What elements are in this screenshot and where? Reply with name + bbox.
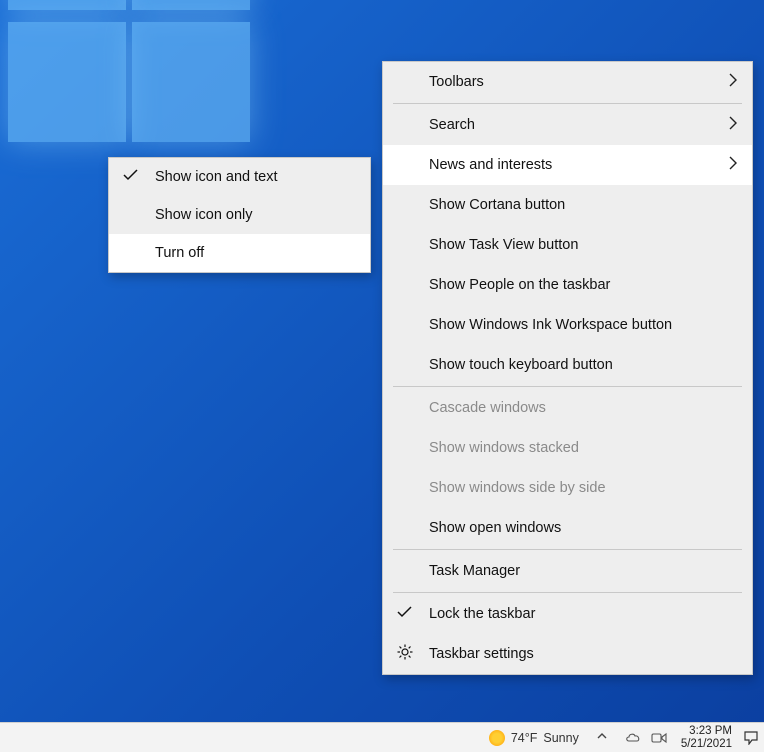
menu-item-label: Toolbars [429, 74, 484, 90]
system-tray [625, 732, 667, 744]
action-center-icon[interactable] [742, 731, 760, 745]
wallpaper-windows-tile [8, 22, 126, 142]
menu-item-taskview[interactable]: Show Task View button [383, 225, 752, 265]
menu-item-label: Show touch keyboard button [429, 357, 613, 373]
wallpaper-windows-tile [132, 0, 250, 10]
menu-item-label: Show Cortana button [429, 197, 565, 213]
news-interests-widget[interactable]: 74°F Sunny [489, 730, 579, 746]
menu-separator [393, 549, 742, 550]
gear-icon [397, 644, 413, 664]
news-interests-submenu: Show icon and text Show icon only Turn o… [108, 157, 371, 273]
submenu-item-icon-and-text[interactable]: Show icon and text [109, 158, 370, 196]
menu-item-news-interests[interactable]: News and interests [383, 145, 752, 185]
menu-item-label: Show windows side by side [429, 480, 606, 496]
menu-item-label: Show open windows [429, 520, 561, 536]
menu-item-task-manager[interactable]: Task Manager [383, 551, 752, 591]
menu-item-label: Show icon only [155, 207, 253, 223]
weather-condition: Sunny [543, 731, 578, 745]
menu-item-label: Show Task View button [429, 237, 578, 253]
menu-item-taskbar-settings[interactable]: Taskbar settings [383, 634, 752, 674]
menu-item-label: Show windows stacked [429, 440, 579, 456]
menu-item-label: Show Windows Ink Workspace button [429, 317, 672, 333]
menu-item-label: Taskbar settings [429, 646, 534, 662]
menu-item-label: Show icon and text [155, 169, 278, 185]
check-icon [123, 169, 138, 185]
menu-item-stacked-windows: Show windows stacked [383, 428, 752, 468]
taskbar[interactable]: 74°F Sunny 3:23 PM 5/21/2021 [0, 722, 764, 752]
menu-item-label: Lock the taskbar [429, 606, 535, 622]
menu-item-side-by-side: Show windows side by side [383, 468, 752, 508]
menu-item-label: Task Manager [429, 563, 520, 579]
onedrive-icon[interactable] [625, 732, 641, 743]
menu-item-cortana[interactable]: Show Cortana button [383, 185, 752, 225]
menu-item-label: News and interests [429, 157, 552, 173]
menu-item-label: Cascade windows [429, 400, 546, 416]
menu-item-search[interactable]: Search [383, 105, 752, 145]
meet-now-icon[interactable] [651, 732, 667, 744]
clock-time: 3:23 PM [681, 725, 732, 737]
menu-item-touch-keyboard[interactable]: Show touch keyboard button [383, 345, 752, 385]
sun-icon [489, 730, 505, 746]
check-icon [397, 606, 412, 622]
chevron-right-icon [728, 156, 738, 174]
submenu-item-icon-only[interactable]: Show icon only [109, 196, 370, 234]
wallpaper-windows-tile [8, 0, 126, 10]
menu-item-label: Turn off [155, 245, 204, 261]
chevron-right-icon [728, 116, 738, 134]
menu-item-ink-workspace[interactable]: Show Windows Ink Workspace button [383, 305, 752, 345]
submenu-item-turn-off[interactable]: Turn off [109, 234, 370, 272]
tray-overflow-button[interactable] [597, 732, 607, 743]
weather-temperature: 74°F [511, 731, 538, 745]
taskbar-clock[interactable]: 3:23 PM 5/21/2021 [681, 725, 732, 749]
menu-item-label: Search [429, 117, 475, 133]
menu-separator [393, 592, 742, 593]
menu-item-cascade-windows: Cascade windows [383, 388, 752, 428]
taskbar-context-menu: Toolbars Search News and interests Show … [382, 61, 753, 675]
menu-item-show-open-windows[interactable]: Show open windows [383, 508, 752, 548]
menu-separator [393, 386, 742, 387]
menu-item-lock-taskbar[interactable]: Lock the taskbar [383, 594, 752, 634]
menu-separator [393, 103, 742, 104]
clock-date: 5/21/2021 [681, 738, 732, 750]
menu-item-toolbars[interactable]: Toolbars [383, 62, 752, 102]
chevron-right-icon [728, 73, 738, 91]
wallpaper-windows-tile [132, 22, 250, 142]
menu-item-people[interactable]: Show People on the taskbar [383, 265, 752, 305]
menu-item-label: Show People on the taskbar [429, 277, 610, 293]
